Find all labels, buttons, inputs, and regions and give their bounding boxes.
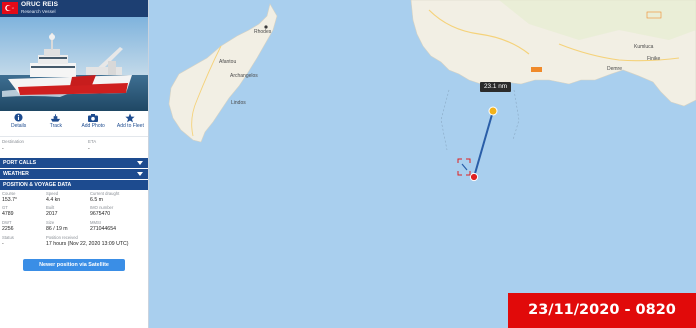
- map-view[interactable]: Rhodes Afantou Archangelos Lindos Kumluc…: [149, 0, 696, 328]
- speed-label: Speed: [46, 191, 59, 196]
- vessel-photo: [0, 17, 148, 111]
- status-value: -: [2, 241, 4, 247]
- received-value: 17 hours (Nov 22, 2020 13:09 UTC): [46, 241, 129, 247]
- destination-eta-row: Destination - ETA -: [0, 136, 148, 156]
- add-photo-button[interactable]: Add Photo: [75, 112, 111, 134]
- speed-value: 4.4 kn: [46, 197, 61, 203]
- weather-section[interactable]: WEATHER: [0, 169, 148, 179]
- imo-label: IMO number: [90, 205, 114, 210]
- dwt-value: 2256: [2, 226, 14, 232]
- add-to-fleet-button[interactable]: Add to Fleet: [112, 112, 148, 134]
- distance-tooltip: 23.1 nm: [480, 82, 512, 92]
- place-lindos: Lindos: [231, 100, 246, 106]
- vessel-position-marker: [469, 172, 479, 182]
- details-button[interactable]: Details: [1, 112, 37, 134]
- details-label: Details: [10, 123, 27, 129]
- course-value: 153.7°: [2, 197, 18, 203]
- star-icon: [112, 112, 148, 123]
- place-kumluca: Kumluca: [634, 44, 654, 50]
- dwt-label: DWT: [2, 220, 12, 225]
- gt-label: GT: [2, 205, 8, 210]
- newer-position-satellite-button[interactable]: Newer position via Satellite: [23, 259, 125, 271]
- last-position-marker: [488, 106, 498, 116]
- mmsi-value: 271044654: [90, 226, 116, 232]
- draught-value: 6.5 m: [90, 197, 103, 203]
- vessel-header: ORUC REIS Research Vessel: [0, 0, 148, 17]
- place-demre: Demre: [607, 66, 623, 72]
- place-rhodes: Rhodes: [254, 29, 272, 35]
- port-calls-section[interactable]: PORT CALLS: [0, 158, 148, 168]
- voyage-data-grid: Course Speed Current draught 153.7° 4.4 …: [0, 190, 148, 256]
- draught-label: Current draught: [90, 191, 120, 196]
- ship-track-icon: [38, 112, 74, 123]
- camera-icon: [75, 112, 111, 123]
- vessel-name: ORUC REIS: [21, 1, 59, 8]
- size-label: Size: [46, 220, 55, 225]
- track-button[interactable]: Track: [38, 112, 74, 134]
- turkey-flag-icon: [2, 2, 18, 14]
- gt-value: 4789: [2, 211, 14, 217]
- chevron-down-icon: [137, 172, 143, 176]
- built-label: Built: [46, 205, 55, 210]
- destination-label: Destination: [2, 139, 24, 144]
- track-label: Track: [49, 123, 63, 129]
- chevron-down-icon: [137, 161, 143, 165]
- place-afantou: Afantou: [219, 59, 237, 65]
- size-value: 86 / 19 m: [46, 226, 68, 232]
- imo-value: 9675470: [90, 211, 111, 217]
- course-label: Course: [2, 191, 16, 196]
- add-photo-label: Add Photo: [81, 123, 105, 129]
- eta-label: ETA: [88, 139, 97, 144]
- vessel-type: Research Vessel: [21, 9, 56, 14]
- built-value: 2017: [46, 211, 58, 217]
- eta-value: -: [88, 146, 90, 152]
- timestamp-banner: 23/11/2020 - 0820: [508, 293, 696, 328]
- vessel-actions: Details Track Add Photo Add to Fleet: [0, 112, 148, 134]
- info-icon: [1, 112, 37, 123]
- destination-value: -: [2, 146, 4, 152]
- mmsi-label: MMSI: [90, 220, 101, 225]
- place-archangelos: Archangelos: [230, 73, 258, 79]
- add-to-fleet-label: Add to Fleet: [116, 123, 144, 129]
- vessel-info-panel: ORUC REIS Research Vessel Details Track …: [0, 0, 149, 328]
- port-calls-title: PORT CALLS: [3, 160, 37, 166]
- position-voyage-title: POSITION & VOYAGE DATA: [3, 182, 72, 188]
- status-label: Status: [2, 235, 14, 240]
- received-label: Position received: [46, 235, 78, 240]
- position-voyage-section[interactable]: POSITION & VOYAGE DATA: [0, 180, 148, 190]
- weather-title: WEATHER: [3, 171, 29, 177]
- place-finike: Finike: [647, 56, 661, 62]
